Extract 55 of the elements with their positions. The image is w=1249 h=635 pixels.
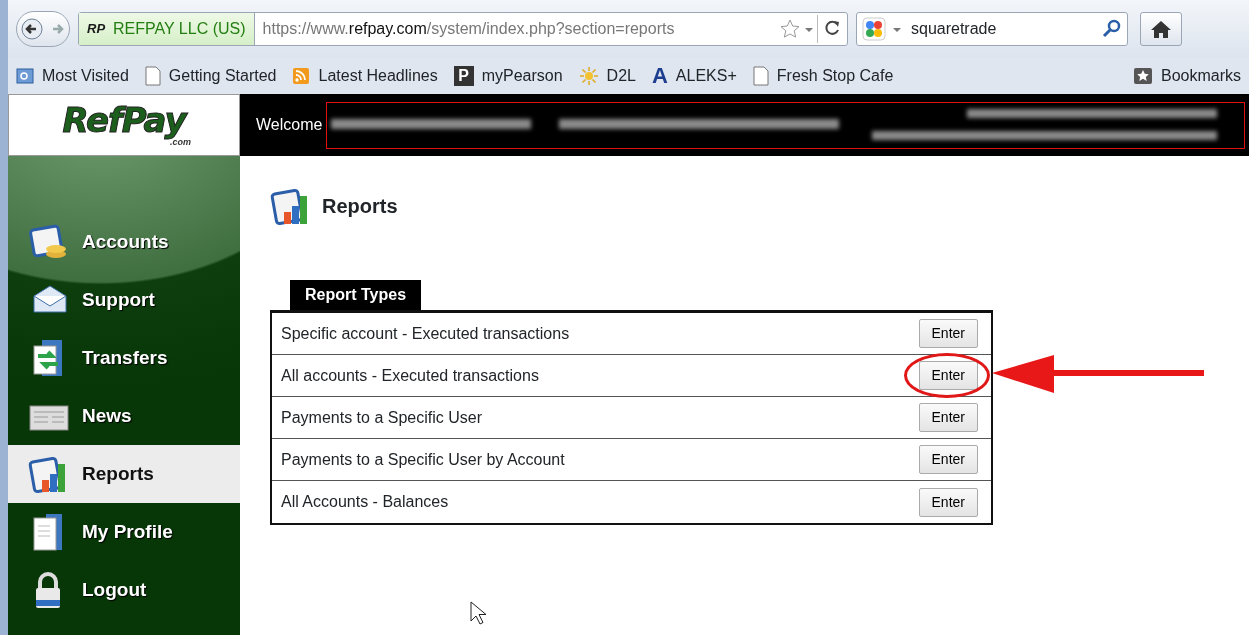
sun-icon bbox=[578, 65, 599, 86]
bookmarks-menu[interactable]: Bookmarks bbox=[1132, 63, 1241, 88]
bookmark-label: Most Visited bbox=[42, 65, 129, 86]
bookmark-link[interactable]: Fresh Stop Cafe bbox=[752, 63, 894, 88]
sidebar-item[interactable]: My Profile bbox=[8, 503, 240, 561]
search-icon[interactable] bbox=[1101, 17, 1123, 40]
sidebar-item[interactable]: News bbox=[8, 387, 240, 445]
enter-button[interactable]: Enter bbox=[918, 487, 978, 517]
enter-button[interactable]: Enter bbox=[918, 445, 978, 474]
enter-button[interactable]: Enter bbox=[918, 403, 978, 432]
cursor-icon bbox=[470, 601, 486, 625]
url-field[interactable]: RP REFPAY LLC (US) https://www.refpay.com/system/index.php?section=reports bbox=[78, 11, 848, 46]
bookmark-label: Fresh Stop Cafe bbox=[776, 65, 894, 86]
search-field[interactable]: squaretrade bbox=[856, 11, 1128, 46]
page-icon bbox=[144, 65, 161, 86]
enter-button[interactable]: Enter bbox=[918, 319, 978, 348]
bookmark-link[interactable]: A ALEKS+ bbox=[651, 63, 737, 88]
bookmark-label: ALEKS+ bbox=[675, 65, 737, 86]
bookmark-link[interactable]: P myPearson bbox=[453, 63, 563, 88]
report-name: All Accounts - Balances bbox=[281, 492, 449, 512]
letter-logo-icon: P bbox=[453, 65, 474, 86]
site-logo: RP bbox=[87, 19, 106, 38]
welcome-text: Welcome bbox=[256, 115, 323, 135]
back-icon[interactable] bbox=[21, 17, 43, 40]
page-title: Reports bbox=[322, 194, 398, 219]
bookmarks-label: Bookmarks bbox=[1160, 65, 1241, 86]
report-name: Payments to a Specific User bbox=[281, 407, 482, 428]
bookmark-label: Latest Headlines bbox=[318, 65, 438, 86]
bookmark-link[interactable]: Most Visited bbox=[16, 63, 129, 88]
search-text: squaretrade bbox=[911, 18, 998, 39]
star-icon[interactable] bbox=[779, 17, 801, 40]
search-engine-icon[interactable] bbox=[861, 15, 887, 42]
bookmark-link[interactable]: Latest Headlines bbox=[292, 63, 438, 88]
home-icon[interactable] bbox=[1150, 18, 1172, 39]
sidebar-item[interactable]: Transfers bbox=[8, 329, 240, 387]
bookmark-label: myPearson bbox=[481, 65, 563, 86]
sidebar-item[interactable]: Accounts bbox=[8, 213, 240, 271]
enter-button[interactable]: Enter bbox=[918, 361, 978, 390]
site-identity: REFPAY LLC (US) bbox=[113, 18, 246, 39]
logo-text: RefPay bbox=[62, 103, 186, 137]
sidebar-item[interactable]: Logout bbox=[8, 561, 240, 619]
report-name: Specific account - Executed transactions bbox=[281, 323, 570, 344]
page-icon bbox=[752, 65, 769, 86]
report-name: All accounts - Executed transactions bbox=[281, 365, 539, 386]
bookmark-link[interactable]: D2L bbox=[578, 63, 636, 88]
forward-icon[interactable] bbox=[51, 21, 65, 36]
sidebar-item[interactable]: Reports bbox=[8, 445, 240, 503]
bookmark-label: D2L bbox=[606, 65, 636, 86]
letter-logo-icon: A bbox=[651, 64, 668, 87]
sidebar-item[interactable]: Support bbox=[8, 271, 240, 329]
bookmark-link[interactable]: Getting Started bbox=[144, 63, 277, 88]
rss-icon bbox=[292, 66, 311, 85]
url-text: https://www.refpay.com/system/index.php?section=reports bbox=[262, 18, 676, 39]
report-name: Payments to a Specific User by Account bbox=[281, 449, 565, 470]
bookmark-label: Getting Started bbox=[168, 65, 277, 86]
